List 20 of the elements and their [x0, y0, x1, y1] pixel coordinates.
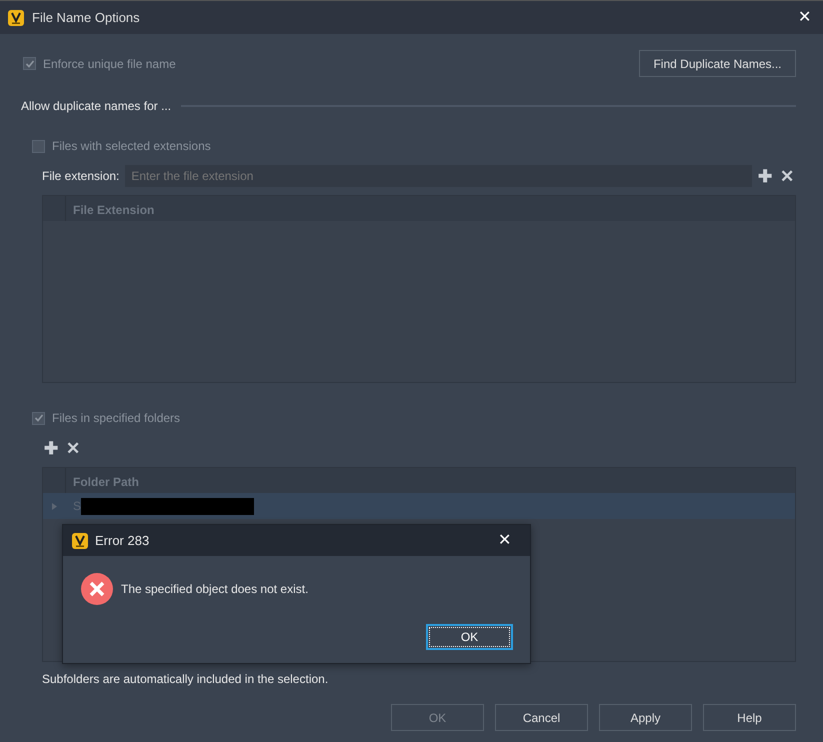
error-title: Error 283 — [95, 532, 150, 550]
field-label: File extension: — [42, 168, 120, 185]
column-header: Folder Path — [72, 474, 140, 491]
ok-button[interactable]: OK — [426, 624, 513, 650]
app-icon — [8, 10, 24, 26]
note-text: Subfolders are automatically included in the selection. — [42, 671, 330, 688]
window-title: File Name Options — [32, 8, 140, 27]
error-message: The specified object does not exist. — [121, 581, 308, 598]
error-icon — [81, 573, 113, 605]
section-heading: Allow duplicate names for ... — [21, 98, 172, 115]
check-icon — [24, 58, 34, 68]
close-button[interactable]: ✕ — [494, 532, 515, 548]
check-icon — [34, 413, 44, 423]
close-button[interactable]: ✕ — [794, 10, 815, 26]
app-icon — [72, 532, 88, 548]
dialog-button[interactable]: Apply — [599, 704, 692, 731]
dialog-button[interactable]: Cancel — [495, 704, 588, 731]
find-duplicates-button[interactable]: Find Duplicate Names... — [639, 50, 796, 77]
column-header: File Extension — [72, 202, 156, 219]
dialog-button[interactable]: Help — [703, 704, 796, 731]
